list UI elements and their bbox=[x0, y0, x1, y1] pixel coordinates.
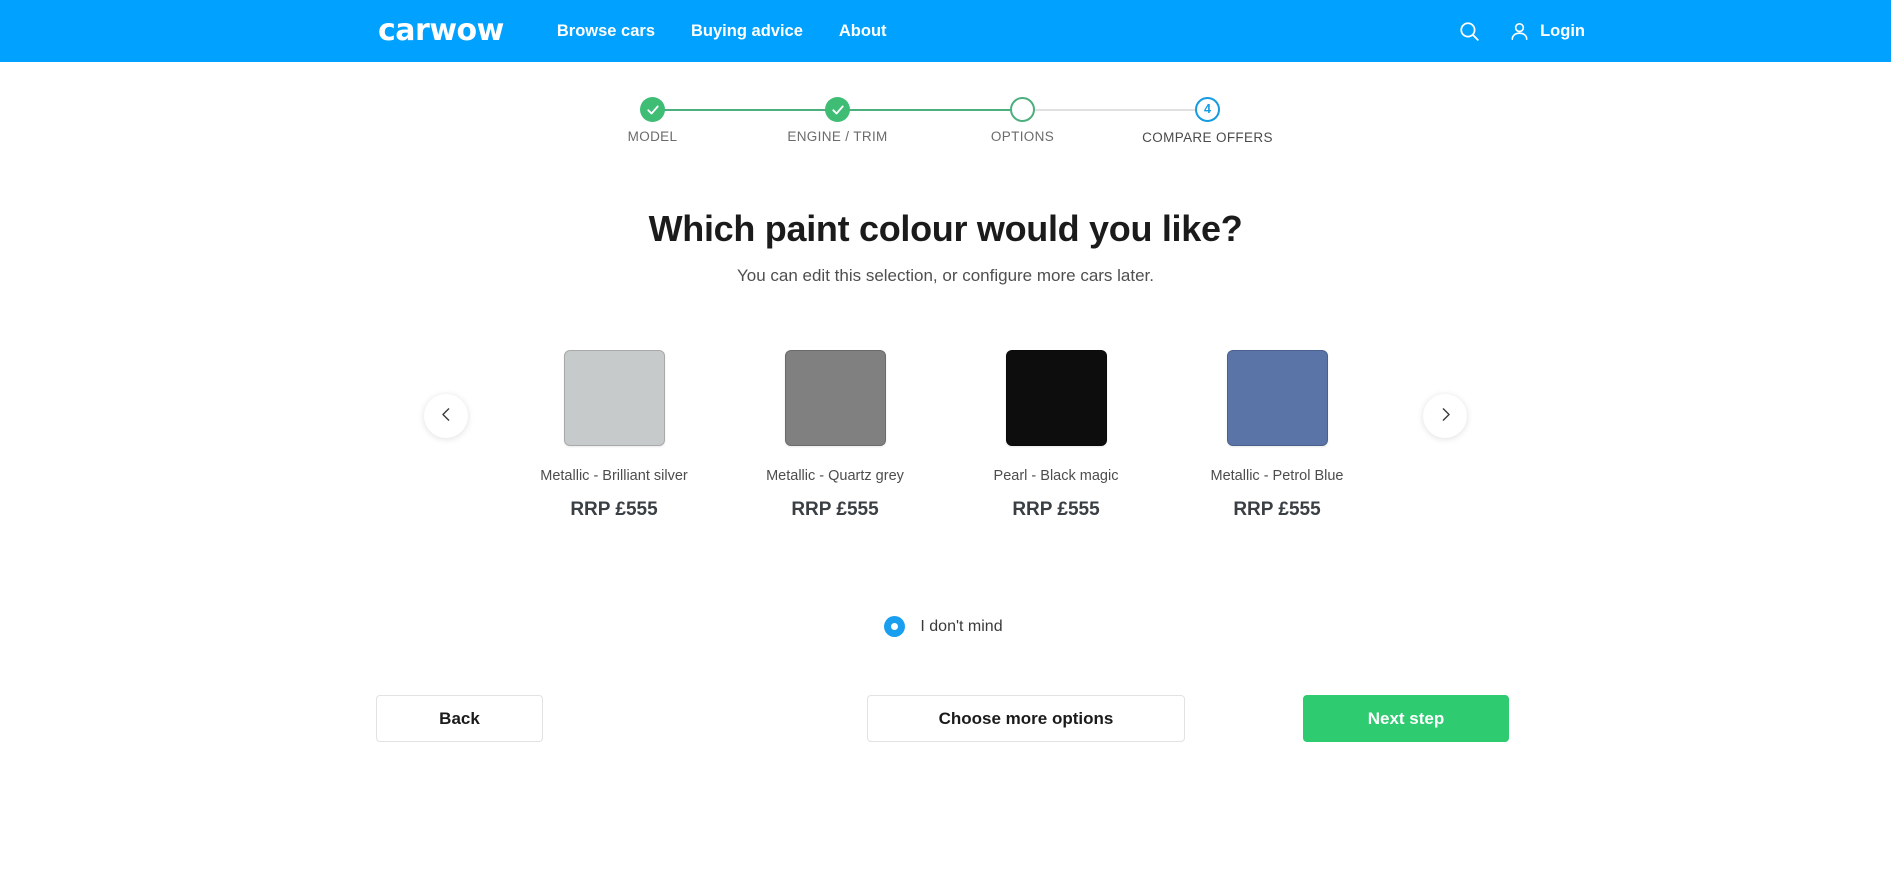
paint-colour-carousel: Metallic - Brilliant silver RRP £555 Met… bbox=[0, 350, 1891, 550]
paint-option-price: RRP £555 bbox=[791, 499, 879, 520]
stepper-inner: MODEL ENGINE / TRIM OPTIONS 4 COMPARE OF… bbox=[627, 88, 1272, 158]
paint-swatch-colour[interactable] bbox=[563, 350, 665, 446]
header-actions: Login bbox=[1457, 19, 1585, 44]
no-preference-option[interactable]: I don't mind bbox=[884, 616, 1003, 637]
page-title: Which paint colour would you like? bbox=[648, 208, 1243, 249]
paint-option-name: Pearl - Black magic bbox=[993, 468, 1119, 484]
site-header: carwow Browse cars Buying advice About L… bbox=[0, 0, 1891, 62]
step-number-circle: 4 bbox=[1195, 97, 1220, 122]
stepper-wrapper: MODEL ENGINE / TRIM OPTIONS 4 COMPARE OF… bbox=[0, 88, 1891, 158]
stepper-track-3 bbox=[1022, 109, 1208, 111]
login-label: Login bbox=[1540, 21, 1585, 40]
next-step-button[interactable]: Next step bbox=[1303, 695, 1509, 742]
carousel-prev-button[interactable] bbox=[424, 394, 468, 438]
paint-option[interactable]: Metallic - Quartz grey RRP £555 bbox=[725, 350, 946, 521]
primary-nav: Browse cars Buying advice About bbox=[557, 22, 887, 41]
paint-option-name: Metallic - Quartz grey bbox=[766, 468, 904, 484]
stepper-label-model: MODEL bbox=[627, 129, 678, 144]
paint-option-price: RRP £555 bbox=[1233, 499, 1321, 520]
paint-option-price: RRP £555 bbox=[570, 499, 658, 520]
chevron-left-icon bbox=[438, 406, 455, 426]
no-preference-label: I don't mind bbox=[920, 617, 1003, 635]
form-actions: Back Choose more options Next step bbox=[0, 695, 1891, 755]
paint-option-price: RRP £555 bbox=[1012, 499, 1100, 520]
chevron-right-icon bbox=[1437, 406, 1454, 426]
search-icon[interactable] bbox=[1457, 19, 1482, 44]
carwow-logo[interactable]: carwow bbox=[378, 16, 504, 46]
paint-option[interactable]: Metallic - Brilliant silver RRP £555 bbox=[504, 350, 725, 521]
paint-option[interactable]: Pearl - Black magic RRP £555 bbox=[946, 350, 1167, 521]
page-heading-block: Which paint colour would you like? You c… bbox=[0, 208, 1891, 286]
check-icon bbox=[825, 97, 850, 122]
back-button[interactable]: Back bbox=[376, 695, 543, 742]
user-icon bbox=[1508, 20, 1531, 43]
paint-swatch-colour[interactable] bbox=[1005, 350, 1107, 446]
stepper-label-compare-offers: COMPARE OFFERS bbox=[1142, 130, 1273, 145]
progress-stepper: MODEL ENGINE / TRIM OPTIONS 4 COMPARE OF… bbox=[0, 62, 1891, 172]
nav-link-about[interactable]: About bbox=[839, 22, 887, 41]
radio-button-selected[interactable] bbox=[884, 616, 906, 637]
stepper-track-1 bbox=[652, 109, 838, 111]
stepper-track-2 bbox=[837, 109, 1023, 111]
paint-option-name: Metallic - Petrol Blue bbox=[1210, 468, 1344, 484]
current-step-circle bbox=[1010, 97, 1035, 122]
header-inner: carwow Browse cars Buying advice About L… bbox=[0, 16, 1891, 46]
page-subtitle: You can edit this selection, or configur… bbox=[736, 266, 1155, 285]
carousel-next-button[interactable] bbox=[1423, 394, 1467, 438]
check-icon bbox=[640, 97, 665, 122]
step-number: 4 bbox=[1204, 102, 1211, 117]
paint-swatch-colour[interactable] bbox=[784, 350, 886, 446]
swatch-list: Metallic - Brilliant silver RRP £555 Met… bbox=[0, 350, 1891, 521]
paint-option[interactable]: Metallic - Petrol Blue RRP £555 bbox=[1167, 350, 1388, 521]
paint-swatch-colour[interactable] bbox=[1226, 350, 1328, 446]
radio-dot bbox=[891, 623, 899, 630]
paint-option-name: Metallic - Brilliant silver bbox=[540, 468, 688, 484]
login-button[interactable]: Login bbox=[1508, 20, 1585, 43]
stepper-label-options: OPTIONS bbox=[990, 129, 1055, 144]
stepper-label-engine-trim: ENGINE / TRIM bbox=[787, 129, 888, 144]
choose-more-options-button[interactable]: Choose more options bbox=[867, 695, 1185, 742]
no-preference-zone: I don't mind bbox=[0, 616, 1891, 637]
nav-link-browse-cars[interactable]: Browse cars bbox=[557, 22, 655, 41]
nav-link-buying-advice[interactable]: Buying advice bbox=[691, 22, 803, 41]
